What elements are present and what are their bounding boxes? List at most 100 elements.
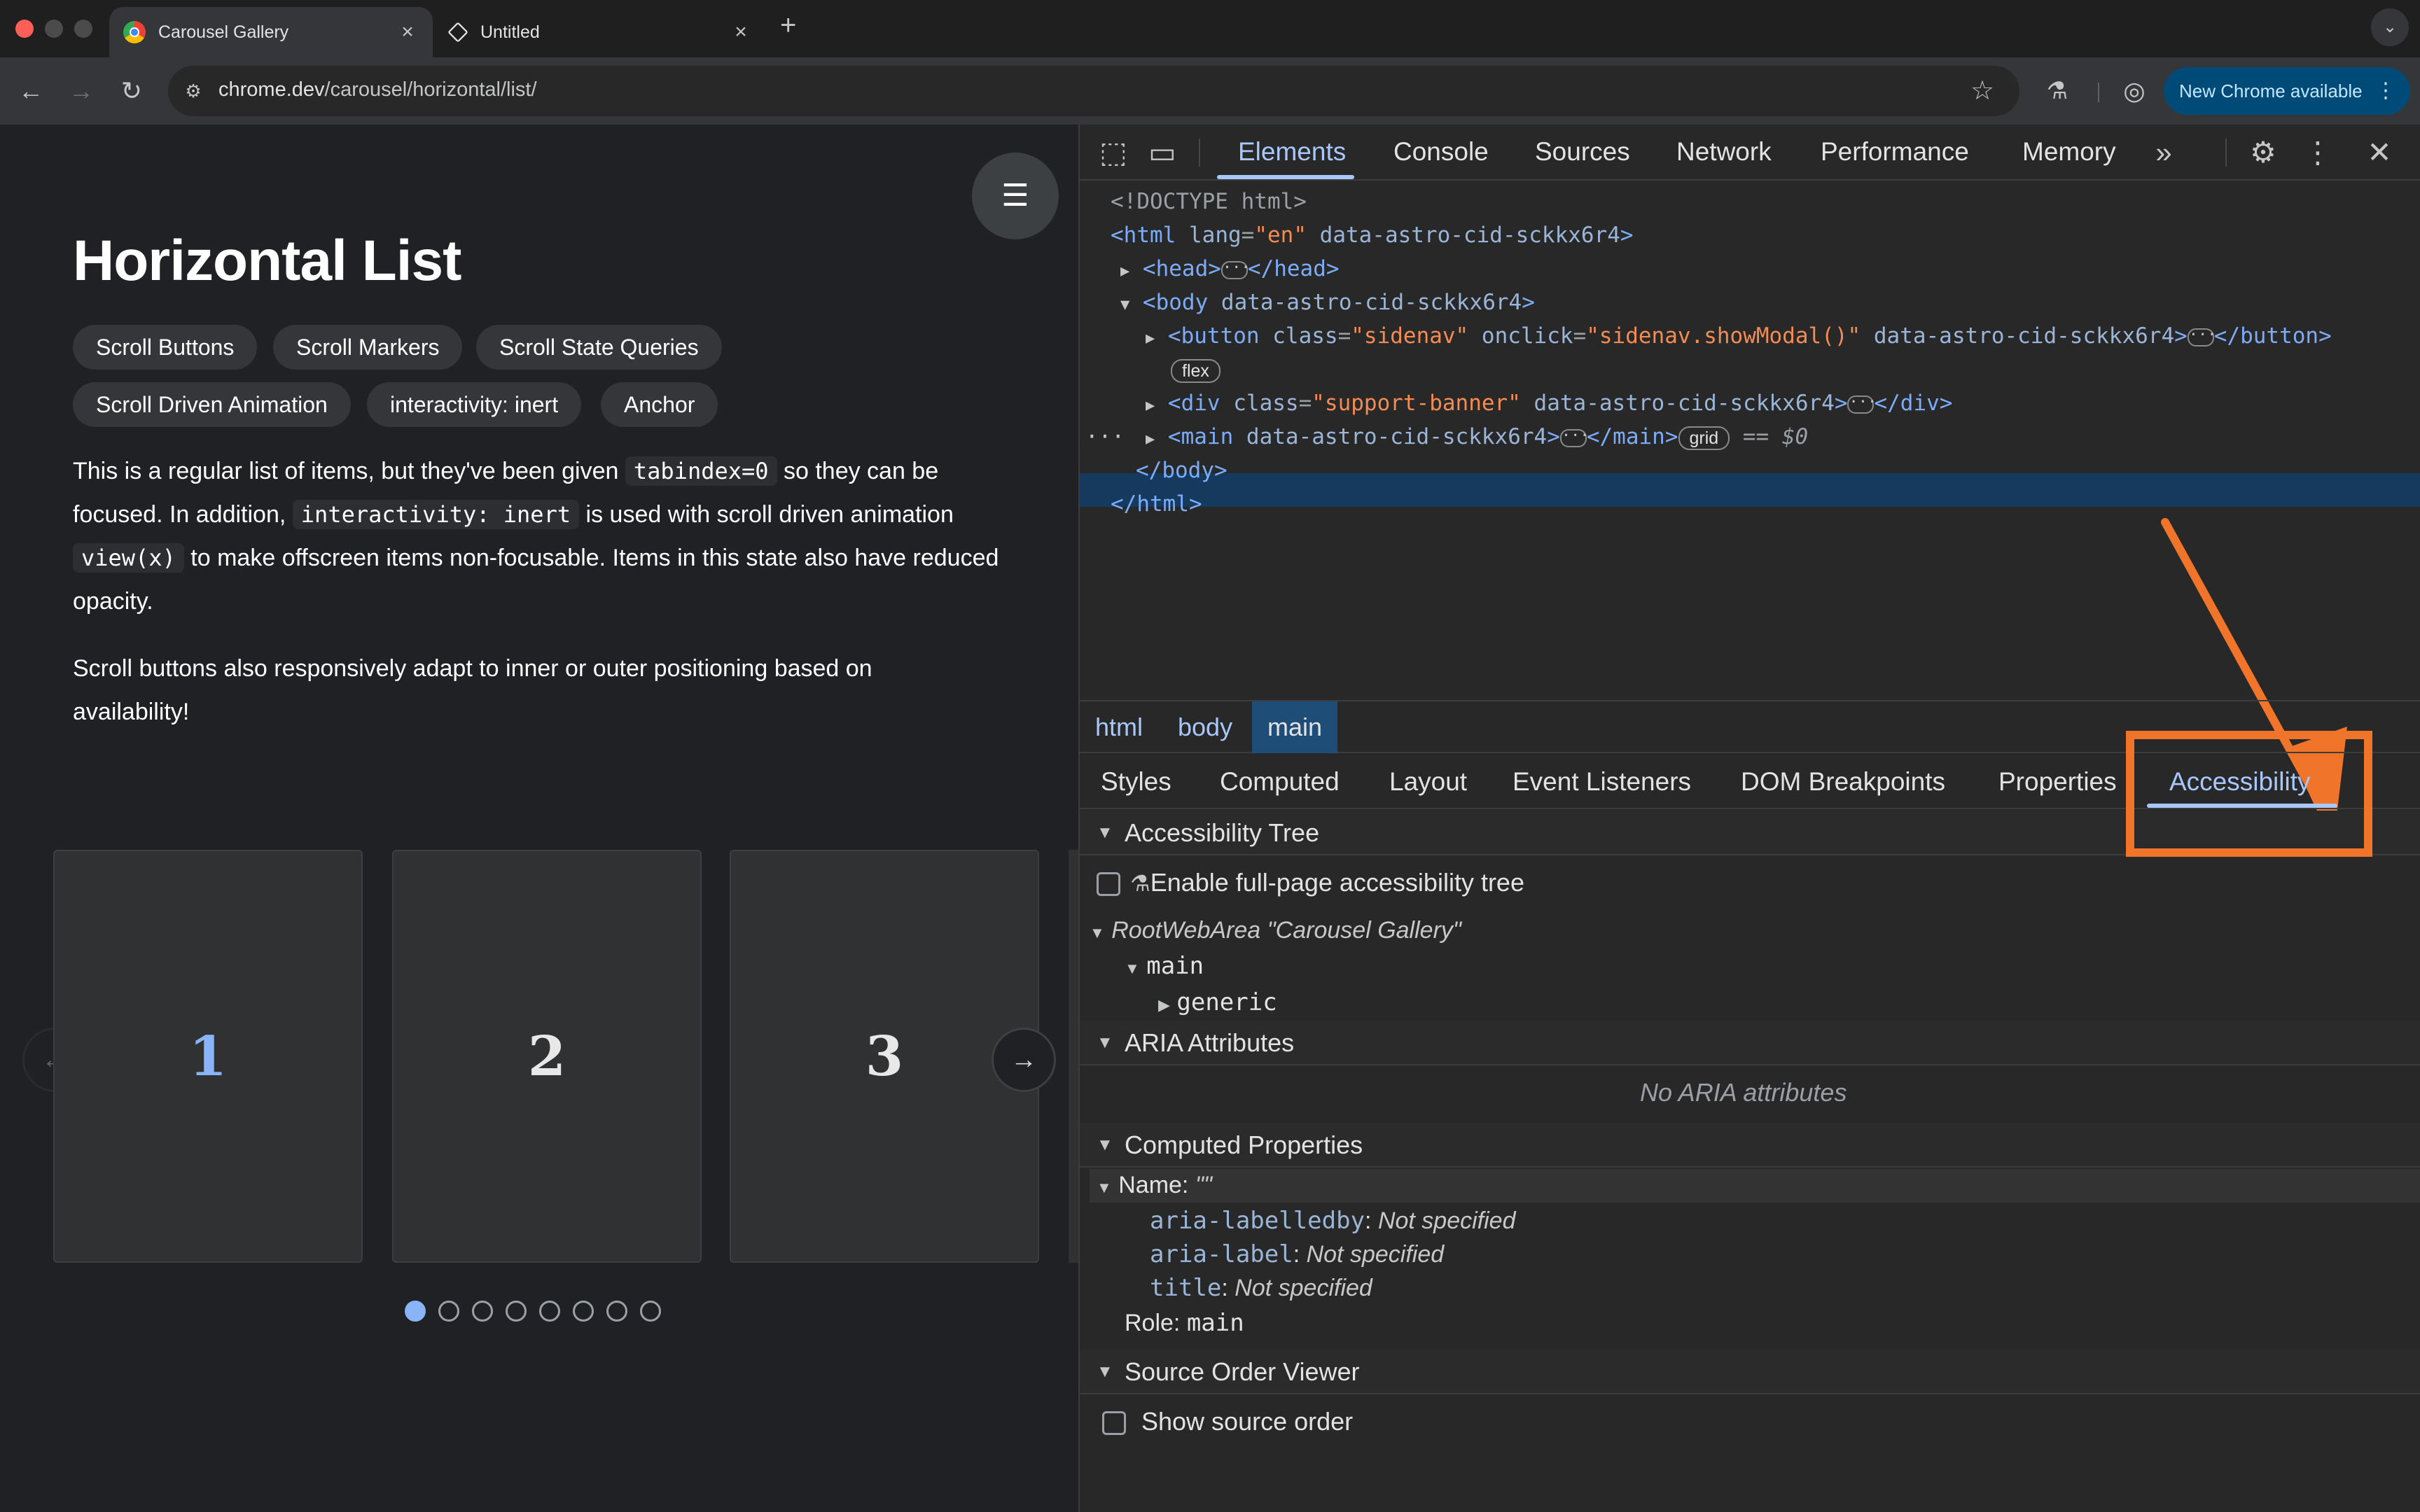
- show-source-order-label[interactable]: Show source order: [1141, 1407, 1353, 1436]
- toolbar-divider: [2098, 83, 2099, 102]
- flask-icon: ⚗: [1130, 871, 1150, 896]
- tab-sources[interactable]: Sources: [1535, 137, 1630, 167]
- scroll-marker-dot[interactable]: [438, 1301, 459, 1322]
- new-chrome-available-button[interactable]: New Chrome available ⋮: [2164, 67, 2410, 115]
- scroll-marker-dot[interactable]: [472, 1301, 493, 1322]
- inspect-icon[interactable]: ⬚: [1095, 134, 1132, 171]
- url-text[interactable]: chrome.dev/carousel/horizontal/list/: [218, 78, 537, 102]
- computed-name[interactable]: ▼ Name: "": [1097, 1172, 1212, 1199]
- tab-dom-breakpoints[interactable]: DOM Breakpoints: [1741, 767, 1945, 797]
- profile-icon[interactable]: ◎: [2118, 74, 2151, 108]
- dom-body-close[interactable]: </body>: [1136, 454, 1228, 487]
- tab-event-listeners[interactable]: Event Listeners: [1512, 767, 1691, 797]
- arrow-right-icon[interactable]: →: [992, 1028, 1056, 1092]
- scroll-marker-dot[interactable]: [506, 1301, 527, 1322]
- more-vert-icon[interactable]: ⋮: [2300, 134, 2336, 171]
- browser-tab-carousel[interactable]: Carousel Gallery ×: [109, 7, 433, 57]
- selected-dom-row: [1080, 473, 2420, 507]
- device-toggle-icon[interactable]: ▭: [1144, 134, 1181, 171]
- enable-full-tree-checkbox[interactable]: [1097, 872, 1120, 896]
- selected-tab-indicator: [1217, 175, 1354, 179]
- dom-flex-badge[interactable]: flex: [1171, 353, 1221, 386]
- carousel-item-2[interactable]: 2: [392, 850, 702, 1263]
- chip-scroll-state-queries[interactable]: Scroll State Queries: [476, 325, 722, 370]
- a11y-node-root[interactable]: ▼ RootWebArea "Carousel Gallery": [1090, 917, 1461, 944]
- address-bar[interactable]: ⚙ chrome.dev/carousel/horizontal/list/ ☆: [168, 66, 2019, 116]
- tab-search-button[interactable]: ⌄: [2371, 8, 2409, 46]
- tab-styles[interactable]: Styles: [1101, 767, 1171, 797]
- scroll-buttons-paragraph: Scroll buttons also responsively adapt t…: [73, 655, 872, 725]
- tab-console[interactable]: Console: [1393, 137, 1489, 167]
- tab-strip: Carousel Gallery × Untitled × + ⌄: [0, 0, 2420, 57]
- role-row: Role: main: [1125, 1309, 1244, 1337]
- reload-icon[interactable]: ↻: [115, 74, 148, 108]
- tab-network[interactable]: Network: [1676, 137, 1772, 167]
- scroll-marker-dot[interactable]: [606, 1301, 627, 1322]
- title-row: title: Not specified: [1150, 1274, 1372, 1302]
- scroll-marker-dot[interactable]: [573, 1301, 594, 1322]
- close-icon[interactable]: ×: [398, 22, 417, 43]
- site-info-icon[interactable]: ⚙: [181, 78, 206, 104]
- dom-html-close[interactable]: </html>: [1111, 487, 1202, 521]
- close-icon[interactable]: ×: [731, 22, 751, 43]
- computed-properties-header[interactable]: ▼ Computed Properties: [1080, 1123, 2420, 1168]
- dom-main[interactable]: ▶ <main data-astro-cid-sckkx6r4>···</mai…: [1146, 420, 1808, 454]
- chip-interactivity-inert[interactable]: interactivity: inert: [367, 382, 582, 427]
- more-vert-icon: ⋮: [2375, 79, 2396, 102]
- tab-title: Untitled: [480, 22, 540, 42]
- maximize-window-button[interactable]: [74, 20, 92, 38]
- chip-scroll-driven-animation[interactable]: Scroll Driven Animation: [73, 382, 351, 427]
- name-row-highlight: [1090, 1169, 2420, 1203]
- close-window-button[interactable]: [15, 20, 34, 38]
- tab-elements[interactable]: Elements: [1238, 137, 1346, 167]
- carousel-item-4-peek: [1069, 850, 1078, 1263]
- tab-performance[interactable]: Performance: [1821, 137, 1969, 167]
- dom-head[interactable]: ▶ <head>···</head>: [1120, 252, 1340, 286]
- a11y-node-main[interactable]: ▼ main: [1125, 952, 1204, 980]
- scroll-marker-dot[interactable]: [405, 1301, 426, 1322]
- carousel-item-1[interactable]: 1: [53, 850, 363, 1263]
- settings-gear-icon[interactable]: ⚙: [2245, 134, 2281, 171]
- more-tabs-icon[interactable]: »: [2146, 134, 2182, 171]
- scroll-marker-dot[interactable]: [640, 1301, 661, 1322]
- a11y-node-generic[interactable]: ▶ generic: [1158, 988, 1277, 1016]
- dom-doctype[interactable]: <!DOCTYPE html>: [1111, 185, 1307, 218]
- new-tab-button[interactable]: +: [780, 10, 796, 41]
- divider: [1199, 139, 1200, 167]
- forward-arrow-icon[interactable]: →: [64, 74, 98, 108]
- codepen-icon: [447, 22, 468, 43]
- close-icon[interactable]: ✕: [2361, 134, 2398, 171]
- breadcrumb-main[interactable]: main: [1252, 701, 1338, 753]
- aria-label-row: aria-label: Not specified: [1150, 1240, 1445, 1268]
- tab-memory[interactable]: Memory: [2022, 137, 2116, 167]
- dom-button[interactable]: ▶ <button class="sidenav" onclick="siden…: [1146, 319, 2332, 353]
- breadcrumb-body[interactable]: body: [1162, 701, 1248, 753]
- back-arrow-icon[interactable]: ←: [14, 74, 48, 108]
- tab-computed[interactable]: Computed: [1220, 767, 1340, 797]
- devtools-tabbar: ⬚ ▭ Elements Console Sources Network Per…: [1080, 125, 2420, 181]
- aria-attributes-header[interactable]: ▼ ARIA Attributes: [1080, 1021, 2420, 1065]
- breadcrumb-html[interactable]: html: [1080, 701, 1158, 753]
- hamburger-menu-icon[interactable]: ☰: [972, 153, 1059, 239]
- source-order-viewer-header[interactable]: ▼ Source Order Viewer: [1080, 1350, 2420, 1394]
- dom-div-support-banner[interactable]: ▶ <div class="support-banner" data-astro…: [1146, 386, 1952, 420]
- chip-scroll-buttons[interactable]: Scroll Buttons: [73, 325, 258, 370]
- scroll-marker-dot[interactable]: [539, 1301, 560, 1322]
- chip-scroll-markers[interactable]: Scroll Markers: [273, 325, 463, 370]
- minimize-window-button[interactable]: [45, 20, 63, 38]
- page-title: Horizontal List: [73, 229, 461, 293]
- dom-html-open[interactable]: <html lang="en" data-astro-cid-sckkx6r4>: [1111, 218, 1634, 252]
- show-source-order-checkbox[interactable]: [1102, 1411, 1126, 1435]
- labs-flask-icon[interactable]: ⚗: [2040, 74, 2074, 108]
- dom-body-open[interactable]: ▼ <body data-astro-cid-sckkx6r4>: [1120, 286, 1535, 319]
- web-page: ☰ Horizontal List Scroll Buttons Scroll …: [0, 125, 1078, 1512]
- star-icon[interactable]: ☆: [1970, 76, 1994, 106]
- dom-row-menu-icon[interactable]: ···: [1085, 420, 1125, 454]
- browser-tab-untitled[interactable]: Untitled ×: [434, 7, 766, 57]
- enable-full-tree-label[interactable]: ⚗Enable full-page accessibility tree: [1130, 868, 1524, 897]
- toolbar: ← → ↻ ⚙ chrome.dev/carousel/horizontal/l…: [0, 57, 2420, 125]
- tab-layout[interactable]: Layout: [1389, 767, 1467, 797]
- annotation-highlight-box: [2126, 731, 2372, 857]
- chip-anchor[interactable]: Anchor: [601, 382, 718, 427]
- tab-properties[interactable]: Properties: [1998, 767, 2117, 797]
